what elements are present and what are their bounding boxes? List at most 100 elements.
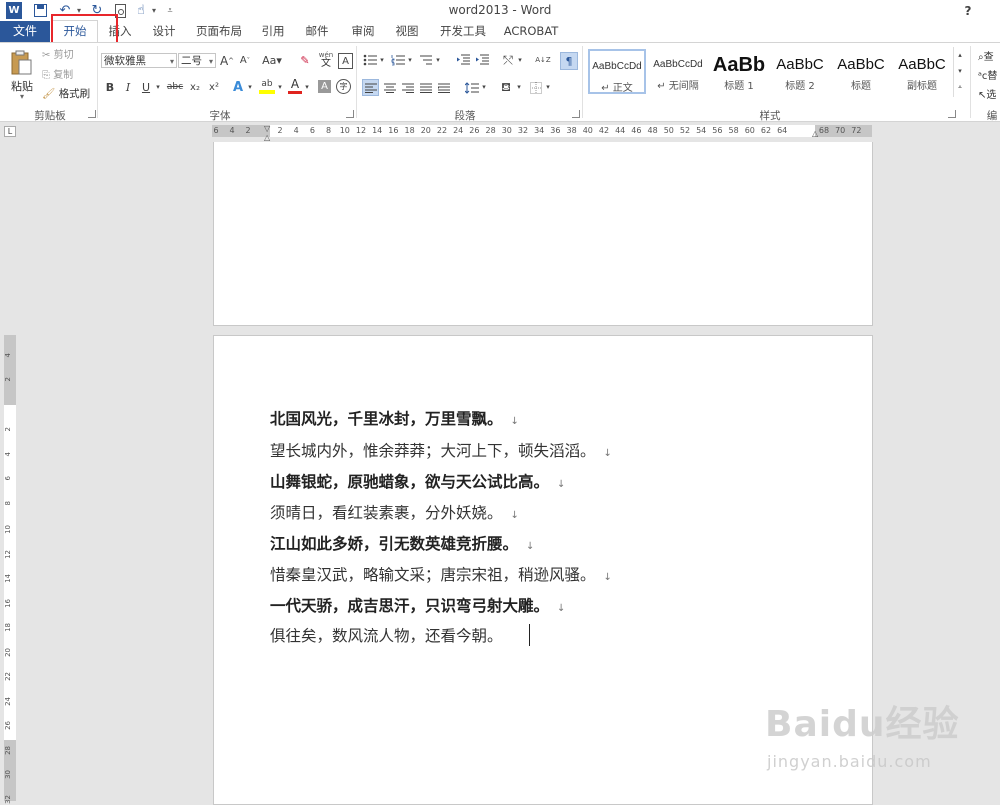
font-name-combo[interactable]: 微软雅黑 ▾ bbox=[101, 53, 177, 68]
doc-line-6[interactable]: 惜秦皇汉武，略输文采；唐宗宋祖，稍逊风骚。 ↓ bbox=[270, 563, 612, 585]
replace-button[interactable]: ᵃc替 bbox=[978, 67, 1000, 81]
bullets-dropdown-icon[interactable]: ▾ bbox=[378, 53, 386, 67]
h-ruler-tick: 24 bbox=[453, 126, 464, 135]
grow-font-icon[interactable]: A ^ bbox=[220, 53, 234, 68]
styles-more-icon[interactable]: ⩡ bbox=[954, 79, 966, 95]
style-subtitle[interactable]: AaBbC 副标题 bbox=[892, 49, 952, 94]
paste-button[interactable]: 粘贴 ▾ bbox=[8, 48, 36, 106]
font-color-dropdown-icon[interactable]: ▾ bbox=[303, 80, 311, 94]
subscript-button[interactable]: x₂ bbox=[187, 80, 203, 94]
bold-button[interactable]: B bbox=[103, 80, 117, 94]
doc-line-5[interactable]: 江山如此多娇，引无数英雄竞折腰。 ↓ bbox=[270, 532, 534, 554]
highlight-dropdown-icon[interactable]: ▾ bbox=[276, 80, 284, 94]
char-border-icon[interactable]: A bbox=[338, 53, 353, 69]
first-line-indent-marker[interactable]: ▽ bbox=[264, 124, 270, 133]
styles-launcher-icon[interactable] bbox=[948, 110, 956, 118]
strikethrough-button[interactable]: abc bbox=[166, 80, 184, 94]
doc-line-7[interactable]: 一代天骄，成吉思汗，只识弯弓射大雕。 ↓ bbox=[270, 594, 565, 616]
line-spacing-dropdown-icon[interactable]: ▾ bbox=[480, 80, 488, 94]
style-normal[interactable]: AaBbCcDd ↵ 正文 bbox=[588, 49, 646, 94]
tab-review[interactable]: 审阅 bbox=[344, 21, 382, 42]
tab-design[interactable]: 设计 bbox=[144, 21, 184, 42]
multilevel-dropdown-icon[interactable]: ▾ bbox=[434, 53, 442, 67]
touch-dropdown-icon[interactable]: ▾ bbox=[149, 2, 159, 19]
shrink-font-icon[interactable]: Aˇ bbox=[238, 53, 252, 68]
format-painter-label: 格式刷 bbox=[58, 88, 91, 100]
tab-file[interactable]: 文件 bbox=[0, 21, 50, 42]
word-app-icon[interactable]: W bbox=[6, 2, 22, 19]
hanging-indent-marker[interactable]: △ bbox=[264, 133, 270, 142]
tab-acrobat[interactable]: ACROBAT bbox=[500, 21, 562, 42]
align-center-icon[interactable] bbox=[382, 79, 398, 96]
save-icon[interactable] bbox=[32, 2, 48, 19]
shading-icon[interactable]: ⛾ bbox=[498, 79, 514, 96]
style-heading-2[interactable]: AaBbC 标题 2 bbox=[770, 49, 830, 94]
tab-view[interactable]: 视图 bbox=[388, 21, 426, 42]
tab-developer[interactable]: 开发工具 bbox=[432, 21, 494, 42]
chinese-layout-icon[interactable]: ⤲ bbox=[500, 52, 516, 68]
style-heading-1[interactable]: AaBb 标题 1 bbox=[710, 49, 768, 94]
font-name-dropdown-icon[interactable]: ▾ bbox=[170, 54, 174, 69]
clipboard-launcher-icon[interactable] bbox=[88, 110, 96, 118]
text-effects-icon[interactable]: A bbox=[230, 79, 246, 95]
font-size-combo[interactable]: 二号 ▾ bbox=[178, 53, 216, 68]
find-button[interactable]: ⌕查 bbox=[978, 48, 1000, 62]
clear-format-icon[interactable]: ✎ bbox=[298, 52, 312, 69]
underline-dropdown-icon[interactable]: ▾ bbox=[154, 80, 162, 94]
doc-line-8[interactable]: 俱往矣，数风流人物，还看今朝。 bbox=[270, 624, 503, 646]
customize-qat-icon[interactable]: ⩡ bbox=[164, 2, 176, 19]
enclose-char-icon[interactable]: 字 bbox=[336, 79, 351, 94]
doc-line-1[interactable]: 北国风光，千里冰封，万里雪飘。 ↓ bbox=[270, 407, 519, 429]
style-no-spacing[interactable]: AaBbCcDd ↵ 无间隔 bbox=[648, 49, 708, 94]
numbering-icon[interactable] bbox=[390, 52, 406, 68]
bullets-icon[interactable] bbox=[362, 52, 378, 68]
borders-dropdown-icon[interactable]: ▾ bbox=[544, 80, 552, 94]
sort-icon[interactable]: A↓Z bbox=[535, 52, 551, 68]
vertical-ruler[interactable]: 4 2 2 4 6 8 10 12 14 16 18 20 22 24 26 28 30 32 bbox=[4, 335, 16, 803]
shading-dropdown-icon[interactable]: ▾ bbox=[515, 80, 523, 94]
multilevel-list-icon[interactable] bbox=[418, 52, 434, 68]
superscript-button[interactable]: x² bbox=[206, 80, 222, 94]
align-right-icon[interactable] bbox=[400, 79, 416, 96]
phonetic-guide-icon[interactable]: wén 文 bbox=[318, 51, 334, 69]
select-button[interactable]: ↖选 bbox=[978, 86, 1000, 100]
tab-mailings[interactable]: 邮件 bbox=[298, 21, 336, 42]
align-left-icon[interactable] bbox=[362, 79, 379, 96]
font-size-dropdown-icon[interactable]: ▾ bbox=[209, 54, 213, 69]
tab-page-layout[interactable]: 页面布局 bbox=[190, 21, 248, 42]
styles-up-icon[interactable]: ▴ bbox=[954, 47, 966, 63]
doc-line-3[interactable]: 山舞银蛇，原驰蜡象，欲与天公试比高。 ↓ bbox=[270, 470, 565, 492]
show-marks-icon[interactable]: ¶ bbox=[560, 52, 578, 70]
page-1[interactable] bbox=[213, 142, 873, 326]
justify-icon[interactable] bbox=[418, 79, 434, 96]
highlight-icon[interactable]: ab bbox=[259, 78, 275, 96]
text-effects-dropdown-icon[interactable]: ▾ bbox=[246, 80, 254, 94]
font-color-icon[interactable]: A bbox=[288, 78, 302, 96]
tab-selector[interactable]: L bbox=[4, 126, 16, 137]
change-case-icon[interactable]: Aa ▾ bbox=[261, 53, 283, 68]
styles-down-icon[interactable]: ▾ bbox=[954, 63, 966, 79]
copy-button[interactable]: ⎘ 复制 bbox=[42, 66, 92, 81]
touch-mode-icon[interactable]: ☝ bbox=[133, 2, 149, 19]
tab-references[interactable]: 引用 bbox=[254, 21, 292, 42]
chinese-layout-dropdown-icon[interactable]: ▾ bbox=[516, 53, 524, 67]
horizontal-ruler[interactable]: ▽ △ △ 6 4 2 2 4 6 8 10 12 14 16 18 20 22 24 26 28 30 32 34 3… bbox=[212, 124, 872, 142]
font-launcher-icon[interactable] bbox=[346, 110, 354, 118]
increase-indent-icon[interactable] bbox=[474, 52, 490, 68]
distributed-icon[interactable] bbox=[436, 79, 452, 96]
cut-button[interactable]: ✂ 剪切 bbox=[42, 46, 92, 61]
char-shading-icon[interactable]: A bbox=[318, 80, 331, 93]
doc-line-2[interactable]: 望长城内外，惟余莽莽；大河上下，顿失滔滔。 ↓ bbox=[270, 439, 612, 461]
borders-icon[interactable] bbox=[528, 79, 544, 96]
paste-dropdown-icon: ▾ bbox=[19, 92, 24, 101]
underline-button[interactable]: U bbox=[139, 80, 153, 94]
italic-button[interactable]: I bbox=[121, 80, 135, 94]
help-button[interactable]: ? bbox=[960, 2, 976, 19]
paragraph-launcher-icon[interactable] bbox=[572, 110, 580, 118]
decrease-indent-icon[interactable] bbox=[455, 52, 471, 68]
doc-line-4[interactable]: 须晴日，看红装素裹，分外妖娆。 ↓ bbox=[270, 501, 519, 523]
format-painter-button[interactable]: 🖌 格式刷 bbox=[42, 86, 94, 100]
style-title[interactable]: AaBbC 标题 bbox=[831, 49, 891, 94]
line-spacing-icon[interactable] bbox=[464, 79, 480, 96]
numbering-dropdown-icon[interactable]: ▾ bbox=[406, 53, 414, 67]
